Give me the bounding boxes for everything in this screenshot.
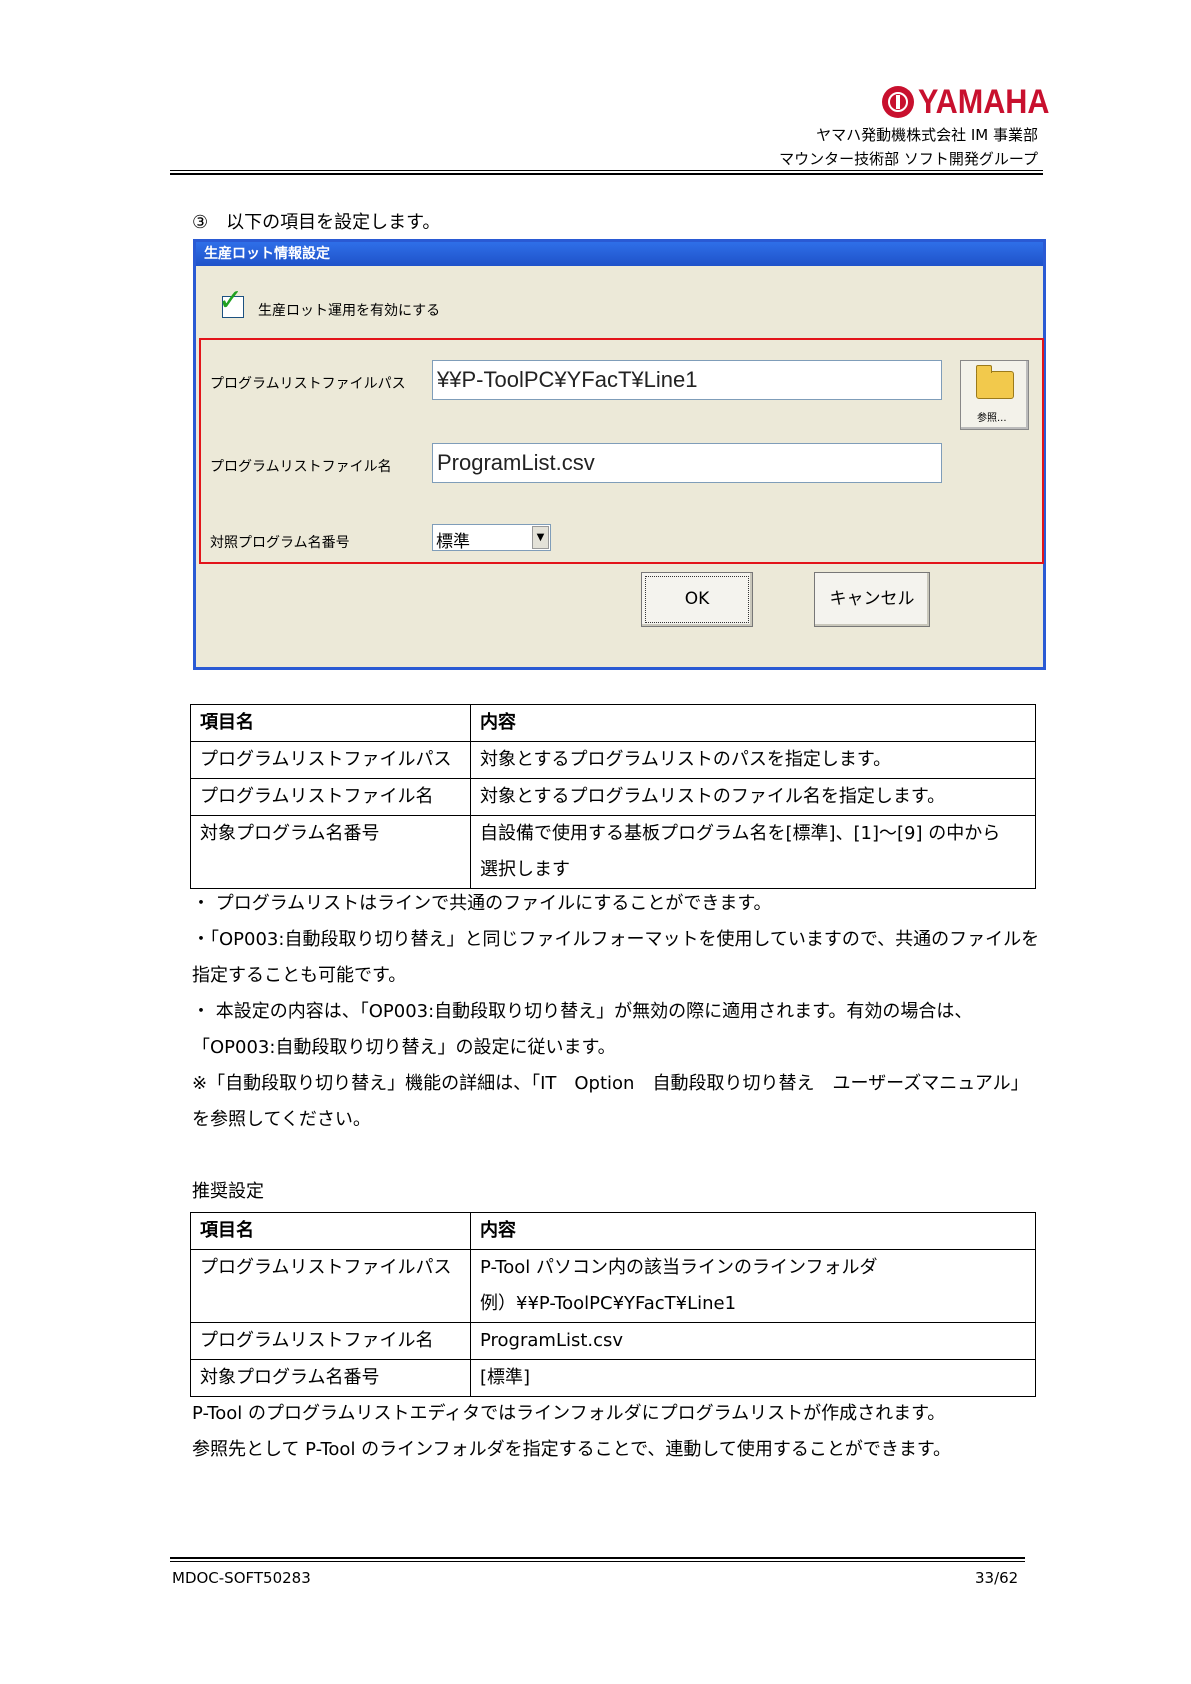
- note-line: ・ プログラムリストはラインで共通のファイルにすることができます。: [192, 893, 772, 914]
- path-input[interactable]: ¥¥P-ToolPC¥YFacT¥Line1: [432, 360, 942, 400]
- number-label: 対照プログラム名番号: [210, 535, 350, 551]
- table-cell-content: ProgramList.csv: [470, 1322, 1036, 1360]
- table-cell-content: P-Tool パソコン内の該当ラインのラインフォルダ 例）¥¥P-ToolPC¥Y…: [470, 1249, 1036, 1323]
- recommended-title: 推奨設定: [192, 1181, 264, 1202]
- table-cell-line: 自設備で使用する基板プログラム名を[標準]、[1]～[9] の中から: [480, 823, 1001, 844]
- recommended-table: 項目名 内容 プログラムリストファイルパス P-Tool パソコン内の該当ライン…: [190, 1212, 1036, 1397]
- yamaha-emblem-icon: [882, 86, 914, 118]
- yamaha-logo: YAMAHA: [882, 82, 1064, 121]
- table-cell-content: 対象とするプログラムリストのパスを指定します。: [470, 741, 1036, 779]
- table-header-item: 項目名: [190, 704, 471, 742]
- table-header-content: 内容: [470, 1212, 1036, 1250]
- table-cell-item: プログラムリストファイルパス: [190, 1249, 471, 1323]
- department-name: マウンター技術部 ソフト開発グループ: [779, 150, 1038, 168]
- ok-button[interactable]: OK: [641, 572, 753, 627]
- dialog-title: 生産ロット情報設定: [196, 242, 1043, 266]
- cancel-button[interactable]: キャンセル: [814, 572, 930, 627]
- browse-label: 参照...: [977, 413, 1007, 424]
- footnote-line: 参照先として P-Tool のラインフォルダを指定することで、連動して使用するこ…: [192, 1439, 952, 1460]
- table-cell-item: 対象プログラム名番号: [190, 815, 471, 889]
- number-select[interactable]: 標準 ▼: [432, 524, 551, 552]
- table-row: プログラムリストファイルパス 対象とするプログラムリストのパスを指定します。: [190, 741, 1036, 779]
- page-number: 33/62: [975, 1569, 1019, 1587]
- browse-button[interactable]: 参照...: [960, 360, 1029, 430]
- note-line: ・「OP003:自動段取り切り替え」と同じファイルフォーマットを使用していますの…: [192, 929, 1040, 950]
- table-row: プログラムリストファイルパス P-Tool パソコン内の該当ラインのラインフォル…: [190, 1249, 1036, 1323]
- document-id: MDOC-SOFT50283: [172, 1569, 311, 1587]
- table-row: 対象プログラム名番号 自設備で使用する基板プログラム名を[標準]、[1]～[9]…: [190, 815, 1036, 889]
- step-instruction: ③ 以下の項目を設定します。: [192, 212, 441, 233]
- note-line: ・ 本設定の内容は、「OP003:自動段取り切り替え」が無効の際に適用されます。…: [192, 1001, 973, 1022]
- settings-table: 項目名 内容 プログラムリストファイルパス 対象とするプログラムリストのパスを指…: [190, 704, 1036, 889]
- production-lot-dialog: 生産ロット情報設定 ✓ 生産ロット運用を有効にする プログラムリストファイルパス…: [193, 239, 1046, 670]
- footer-rule: [170, 1561, 1025, 1562]
- table-cell-item: プログラムリストファイル名: [190, 778, 471, 816]
- note-line: ※「自動段取り切り替え」機能の詳細は、「IT Option 自動段取り切り替え …: [192, 1073, 1029, 1094]
- filename-input[interactable]: ProgramList.csv: [432, 443, 942, 483]
- table-row: プログラムリストファイル名 対象とするプログラムリストのファイル名を指定します。: [190, 778, 1036, 816]
- number-select-value: 標準: [436, 532, 470, 552]
- table-header-row: 項目名 内容: [190, 1212, 1036, 1250]
- table-header-content: 内容: [470, 704, 1036, 742]
- table-cell-item: プログラムリストファイルパス: [190, 741, 471, 779]
- header-rule-thick: [170, 173, 1043, 175]
- company-name: ヤマハ発動機株式会社 IM 事業部: [816, 126, 1038, 144]
- table-cell-item: プログラムリストファイル名: [190, 1322, 471, 1360]
- footnote-line: P-Tool のプログラムリストエディタではラインフォルダにプログラムリストが作…: [192, 1403, 946, 1424]
- chevron-down-icon[interactable]: ▼: [532, 526, 549, 549]
- table-row: プログラムリストファイル名 ProgramList.csv: [190, 1322, 1036, 1360]
- path-label: プログラムリストファイルパス: [210, 376, 406, 392]
- table-cell-line: 例）¥¥P-ToolPC¥YFacT¥Line1: [480, 1293, 737, 1314]
- table-cell-content: [標準]: [470, 1359, 1036, 1397]
- table-cell-line: 選択します: [480, 859, 570, 880]
- table-cell-content: 自設備で使用する基板プログラム名を[標準]、[1]～[9] の中から 選択します: [470, 815, 1036, 889]
- table-row: 対象プログラム名番号 [標準]: [190, 1359, 1036, 1397]
- table-cell-line: P-Tool パソコン内の該当ラインのラインフォルダ: [480, 1257, 878, 1278]
- checkmark-icon: ✓: [218, 283, 244, 318]
- table-cell-content: 対象とするプログラムリストのファイル名を指定します。: [470, 778, 1036, 816]
- note-line: 「OP003:自動段取り切り替え」の設定に従います。: [192, 1037, 616, 1058]
- footer-rule-thick: [170, 1557, 1025, 1559]
- folder-icon: [976, 365, 1014, 399]
- note-line: を参照してください。: [192, 1109, 371, 1130]
- table-cell-item: 対象プログラム名番号: [190, 1359, 471, 1397]
- table-header-row: 項目名 内容: [190, 704, 1036, 742]
- header-rule: [170, 170, 1043, 171]
- enable-lot-label: 生産ロット運用を有効にする: [258, 303, 441, 319]
- note-line: 指定することも可能です。: [192, 965, 407, 986]
- brand-name: YAMAHA: [918, 82, 1050, 121]
- table-header-item: 項目名: [190, 1212, 471, 1250]
- filename-label: プログラムリストファイル名: [210, 459, 392, 475]
